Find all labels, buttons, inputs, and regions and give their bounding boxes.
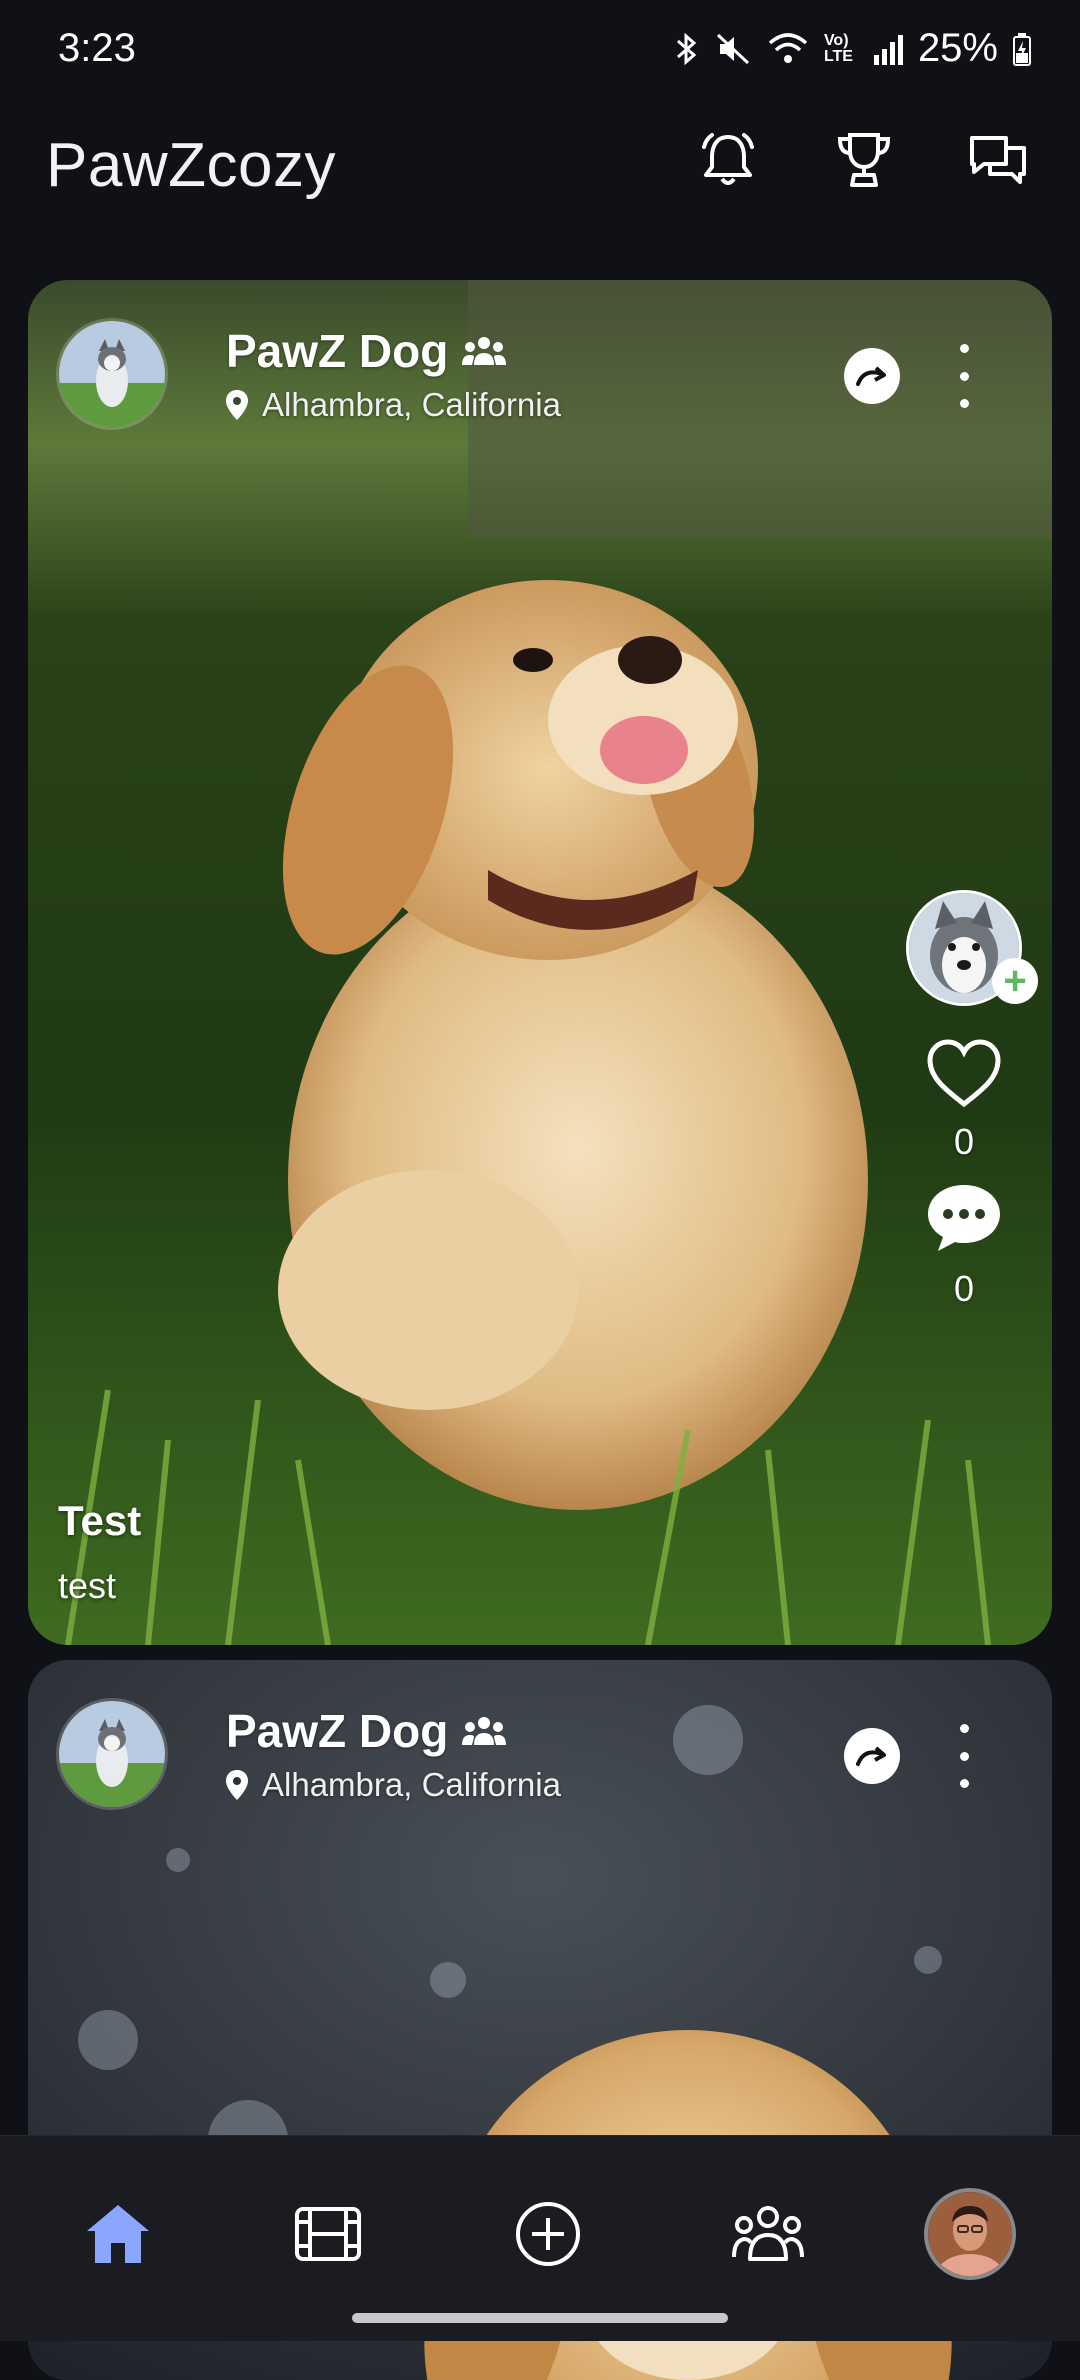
- comment-count: 0: [953, 1268, 975, 1309]
- home-icon: [87, 2205, 149, 2263]
- app-bar: PawZcozy: [0, 110, 1080, 260]
- heart-icon: [927, 1039, 1001, 1108]
- dot-icon: [959, 1751, 969, 1761]
- lte-indicator: Vo) LTE: [823, 31, 853, 65]
- bluetooth-icon: [676, 32, 697, 65]
- like-count: 0: [953, 1121, 975, 1162]
- more-options-button[interactable]: [944, 344, 984, 408]
- redo-arrow-icon: [856, 366, 886, 386]
- share-button[interactable]: [844, 348, 900, 404]
- nav-community[interactable]: [718, 2184, 818, 2284]
- post-side-actions: + 0 0: [904, 890, 1038, 1310]
- redo-arrow-icon: [856, 1746, 886, 1766]
- follow-plus-icon[interactable]: +: [992, 958, 1038, 1004]
- group-icon: [462, 1717, 507, 1745]
- profile-photo-image: [928, 2192, 1012, 2276]
- dot-icon: [959, 1724, 969, 1733]
- chat-icon: [970, 136, 1026, 184]
- post-photo-puppy: [28, 280, 1052, 1645]
- status-time: 3:23: [58, 26, 136, 70]
- community-icon: [732, 2206, 804, 2261]
- location-pin-icon: [226, 390, 248, 420]
- home-gesture-bar[interactable]: [352, 2313, 728, 2323]
- messages-button[interactable]: [958, 120, 1038, 200]
- notifications-button[interactable]: [688, 120, 768, 200]
- husky-avatar-image: [59, 321, 165, 427]
- nav-profile[interactable]: [920, 2184, 1020, 2284]
- post-caption-text: test: [58, 1565, 117, 1606]
- signal-icon: [873, 34, 903, 65]
- mute-icon: [716, 33, 749, 64]
- location-pin-icon: [226, 1770, 248, 1800]
- dot-icon: [959, 344, 969, 353]
- husky-avatar-image: [59, 1701, 165, 1807]
- reels-icon: [295, 2207, 361, 2261]
- app-title: PawZcozy: [46, 131, 336, 200]
- leaderboard-button[interactable]: [824, 120, 904, 200]
- post-header: PawZ Dog Alhambra, California: [56, 318, 1024, 438]
- bell-icon: [702, 133, 754, 185]
- post-author-name[interactable]: PawZ Dog: [226, 1704, 507, 1758]
- status-icons: Vo) LTE 25%: [674, 26, 1032, 71]
- nav-home[interactable]: [68, 2184, 168, 2284]
- add-icon: [516, 2202, 580, 2266]
- dot-icon: [959, 399, 969, 408]
- post-author-avatar[interactable]: [56, 318, 168, 430]
- more-options-button[interactable]: [944, 1724, 984, 1788]
- post-location: Alhambra, California: [226, 1766, 561, 1804]
- nav-create-post[interactable]: [498, 2184, 598, 2284]
- comment-button[interactable]: [924, 1181, 1004, 1260]
- comment-bubble-icon: [928, 1185, 1000, 1251]
- status-bar: 3:23 Vo) LTE 25%: [0, 0, 1080, 100]
- bottom-navigation: [0, 2135, 1080, 2341]
- post-location: Alhambra, California: [226, 386, 561, 424]
- post-author-name[interactable]: PawZ Dog: [226, 324, 507, 378]
- dot-icon: [959, 371, 969, 381]
- post-caption-title: Test: [58, 1497, 142, 1544]
- post-card[interactable]: PawZ Dog Alhambra, California: [28, 280, 1052, 1645]
- share-button[interactable]: [844, 1728, 900, 1784]
- group-icon: [462, 337, 507, 365]
- battery-percent: 25%: [917, 26, 998, 70]
- profile-avatar: [924, 2188, 1016, 2280]
- post-author-avatar[interactable]: [56, 1698, 168, 1810]
- like-button[interactable]: [926, 1038, 1002, 1113]
- dot-icon: [959, 1779, 969, 1788]
- nav-reels[interactable]: [278, 2184, 378, 2284]
- battery-icon: [1013, 32, 1031, 66]
- trophy-icon: [837, 133, 891, 187]
- post-header: PawZ Dog Alhambra, California: [56, 1698, 1024, 1818]
- wifi-icon: [768, 32, 808, 63]
